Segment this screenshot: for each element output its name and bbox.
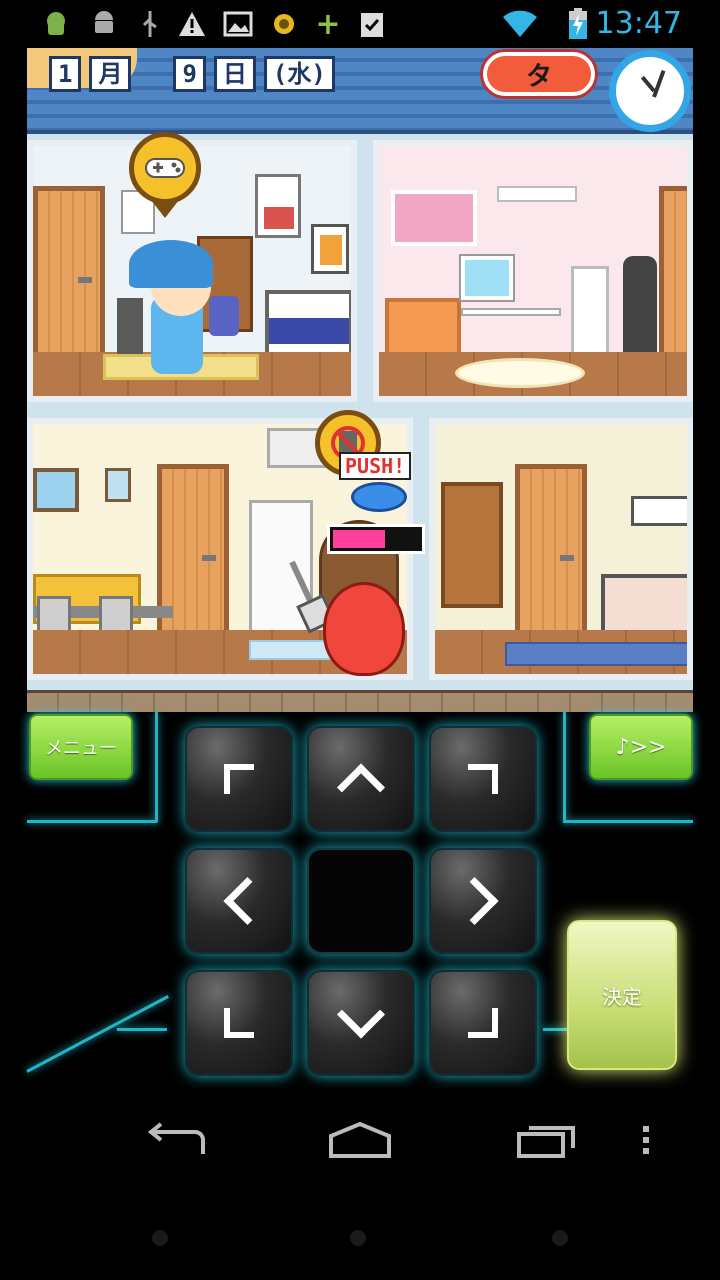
dpad-down-button[interactable] (307, 970, 415, 1076)
desk (461, 308, 561, 316)
computer-monitor (459, 254, 515, 302)
pink-sign (391, 190, 477, 246)
dpad-up-button[interactable] (307, 726, 415, 832)
date-day-unit: 日 (213, 56, 256, 92)
clock-icon (609, 50, 691, 132)
blue-rug (505, 642, 687, 666)
home-icon[interactable] (320, 1112, 400, 1168)
sun-badge-icon (268, 8, 300, 40)
battery-charging-icon (566, 8, 590, 40)
status-bar: + 13:47 (0, 0, 720, 48)
glow-line (117, 1028, 167, 1031)
gamepad-icon[interactable] (129, 132, 201, 204)
push-prompt: PUSH! (339, 452, 412, 480)
time-of-day-badge: タ (483, 52, 595, 96)
arrow-up-left-icon (224, 764, 254, 794)
arrow-right-icon (450, 876, 499, 926)
push-meter (327, 524, 425, 554)
wall-sign (631, 496, 687, 526)
arrow-down-left-icon (224, 1008, 254, 1038)
navigation-bar (0, 1088, 720, 1198)
shelf-unit (571, 266, 609, 360)
dpad-center-button[interactable] (307, 848, 415, 954)
bed (265, 290, 351, 360)
music-button[interactable]: ♪>> (589, 714, 693, 780)
bed (385, 298, 461, 358)
arrow-down-right-icon (468, 1008, 498, 1038)
hero-poster (311, 224, 349, 274)
warning-icon (176, 8, 208, 40)
bubble-tail (151, 200, 179, 218)
glow-line (563, 712, 566, 822)
date-display: 1 月 9 日 (水) (49, 54, 335, 94)
arrow-up-icon (336, 763, 386, 812)
glow-line (155, 712, 158, 822)
room-master-bedroom (429, 418, 693, 680)
dpad-left-button[interactable] (185, 848, 293, 954)
dpad-down-left-button[interactable] (185, 970, 293, 1076)
dpad-up-left-button[interactable] (185, 726, 293, 832)
clipboard-check-icon (356, 8, 388, 40)
room-girls-bedroom (373, 140, 693, 402)
computer-desk (117, 298, 143, 354)
boy-character-hat (129, 240, 213, 288)
bezel-dot (350, 1230, 366, 1246)
date-day: 9 (173, 56, 206, 92)
date-weekday: (水) (263, 56, 335, 92)
bezel-dot (552, 1230, 568, 1246)
landscape-painting (33, 468, 79, 512)
player-character[interactable] (323, 582, 405, 676)
fluffy-rug (455, 358, 585, 388)
toy-shelf (497, 186, 577, 202)
date-month-unit: 月 (89, 56, 132, 92)
dpad-down-right-button[interactable] (429, 970, 537, 1076)
wardrobe (441, 482, 503, 608)
glow-line (27, 820, 157, 823)
desk-chair (209, 296, 239, 336)
bezel-dot (152, 1230, 168, 1246)
dpad-up-right-button[interactable] (429, 726, 537, 832)
control-pad: メニュー ♪>> 決定 (26, 712, 693, 1088)
android-icon (88, 8, 120, 40)
plus-icon: + (315, 6, 341, 42)
image-icon (222, 8, 254, 40)
usb-icon (134, 8, 166, 40)
door (659, 186, 687, 358)
recents-icon[interactable] (508, 1112, 588, 1168)
dpad-right-button[interactable] (429, 848, 537, 954)
decide-button[interactable]: 決定 (567, 920, 677, 1070)
arrow-left-icon (223, 876, 272, 926)
push-button[interactable] (351, 482, 407, 512)
door (515, 464, 587, 636)
arrow-down-icon (336, 990, 386, 1039)
glow-line (563, 820, 693, 823)
small-picture (105, 468, 131, 502)
cake-poster (255, 174, 301, 238)
ground-strip (27, 690, 693, 712)
push-meter-fill (333, 530, 385, 548)
roof: 1 月 9 日 (水) タ (27, 48, 693, 134)
back-icon[interactable] (136, 1112, 216, 1168)
door (33, 186, 105, 358)
overflow-menu-icon[interactable] (616, 1112, 676, 1168)
mannequin (623, 256, 657, 356)
clock-text: 13:47 (595, 6, 682, 41)
hardware-bezel (0, 1198, 720, 1280)
game-screen[interactable]: 1 月 9 日 (水) タ PUSH! (27, 48, 693, 712)
date-month: 1 (49, 56, 82, 92)
android-debug-icon (40, 8, 72, 40)
glow-line (26, 995, 169, 1073)
menu-button[interactable]: メニュー (29, 714, 133, 780)
arrow-up-right-icon (468, 764, 498, 794)
wifi-icon (500, 8, 540, 40)
